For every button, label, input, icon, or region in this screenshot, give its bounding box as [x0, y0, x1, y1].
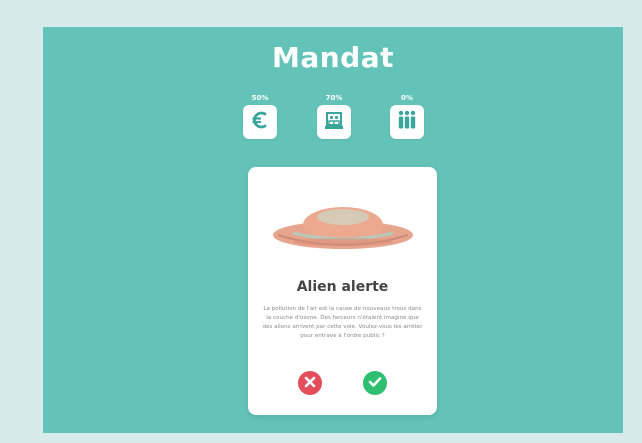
card-title: Alien alerte	[296, 279, 389, 295]
ufo-image	[268, 195, 418, 263]
game-panel: Mandat 50% 70% 0% Alien alerte La pollut…	[43, 27, 623, 433]
stat-people-percent: 0%	[401, 94, 413, 102]
institution-icon	[322, 108, 346, 136]
people-icon	[395, 108, 419, 136]
close-icon	[304, 376, 316, 391]
event-card: Alien alerte La pollution de l'air est l…	[248, 167, 437, 415]
reject-button[interactable]	[298, 371, 322, 395]
accept-button[interactable]	[363, 371, 387, 395]
stat-money: 50%	[243, 93, 277, 139]
stat-money-box	[243, 105, 277, 139]
stat-people-box	[390, 105, 424, 139]
stat-money-percent: 50%	[251, 94, 269, 102]
stat-institution: 70%	[317, 93, 351, 139]
stat-institution-percent: 70%	[325, 94, 343, 102]
stat-people: 0%	[390, 93, 424, 139]
check-icon	[368, 376, 382, 391]
card-description: La pollution de l'air est la cause de no…	[262, 306, 423, 339]
stat-institution-box	[317, 105, 351, 139]
euro-icon	[249, 109, 271, 135]
game-title: Mandat	[271, 41, 394, 74]
